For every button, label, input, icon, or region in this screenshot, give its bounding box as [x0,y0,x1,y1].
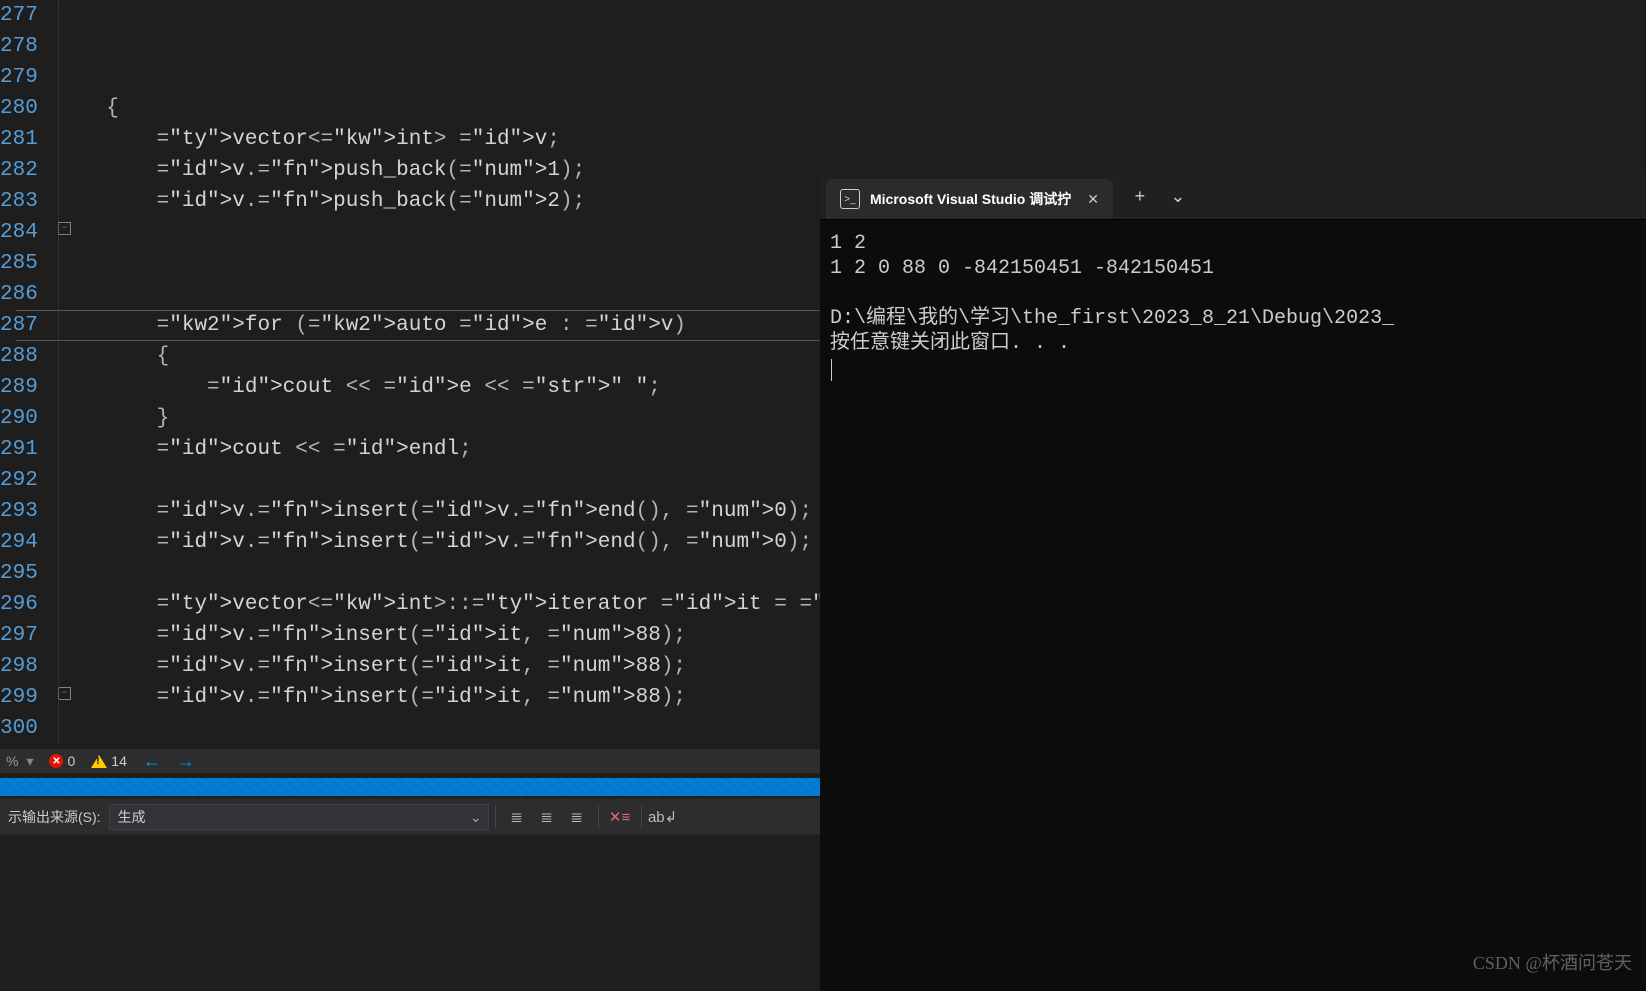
line-number: 300 [0,713,56,744]
code-line[interactable] [56,558,820,589]
indent-right-icon[interactable]: ≣ [566,806,588,828]
error-count-value: 0 [67,753,75,769]
line-number: 291 [0,434,56,465]
code-line[interactable]: ="id">v.="fn">insert(="id">it, ="num">88… [56,682,820,713]
line-number: 288 [0,341,56,372]
line-number: 285 [0,248,56,279]
watermark: CSDN @杯酒问苍天 [1473,949,1632,975]
word-wrap-icon[interactable]: ab↲ [652,806,674,828]
output-source-value: 生成 [118,807,146,827]
warning-icon: ! [91,755,107,768]
error-icon: ✕ [49,754,63,768]
code-text[interactable]: { ="ty">vector<="kw">int> ="id">v; ="id"… [56,0,820,748]
code-line[interactable]: ="ty">vector<="kw">int>::="ty">iterator … [56,589,820,620]
new-tab-button[interactable]: + [1127,173,1153,219]
code-line[interactable]: ="id">v.="fn">push_back(="num">2); [56,186,820,217]
code-line[interactable]: ="id">v.="fn">insert(="id">it, ="num">88… [56,620,820,651]
divider [641,806,642,828]
line-number: 283 [0,186,56,217]
code-line[interactable]: ="ty">vector<="kw">int> ="id">v; [56,124,820,155]
output-panel-body[interactable] [0,834,820,991]
line-number: 280 [0,93,56,124]
line-number: 295 [0,558,56,589]
line-number: 292 [0,465,56,496]
output-toolbar: 示输出来源(S): 生成 ⌄ ≣ ≣ ≣ ✕≡ ab↲ [0,798,820,835]
console-tab-bar: >_ Microsoft Visual Studio 调试拧 ✕ + ⌄ [820,173,1646,220]
line-number-gutter: 277 278 279 280 281 282 283 284 285 286 … [0,0,56,748]
line-number: 296 [0,589,56,620]
line-number: 281 [0,124,56,155]
code-line[interactable]: ="id">cout << ="id">endl; [56,434,820,465]
line-number: 294 [0,527,56,558]
console-output[interactable]: 1 2 1 2 0 88 0 -842150451 -842150451 D:\… [820,219,1646,991]
output-source-label: 示输出来源(S): [0,807,109,827]
warning-count[interactable]: ! 14 [83,749,135,773]
indent-left-icon[interactable]: ≣ [506,806,528,828]
tab-actions: + ⌄ [1127,173,1191,219]
line-number: 297 [0,620,56,651]
indent-mid-icon[interactable]: ≣ [536,806,558,828]
code-line[interactable]: ="id">v.="fn">insert(="id">v.="fn">end()… [56,496,820,527]
code-line[interactable]: ="id">v.="fn">push_back(="num">1); [56,155,820,186]
code-editor[interactable]: 277 278 279 280 281 282 283 284 285 286 … [0,0,820,748]
line-number: 290 [0,403,56,434]
line-number: 284 [0,217,56,248]
code-line[interactable]: { [56,93,820,124]
divider [495,806,496,828]
zoom-percent[interactable]: % [0,753,18,769]
nav-back-button[interactable]: ← [135,749,169,773]
chevron-down-icon: ⌄ [470,809,482,826]
line-number: 278 [0,31,56,62]
line-number: 293 [0,496,56,527]
line-number: 277 [0,0,56,31]
code-line[interactable]: ="id">cout << ="id">e << ="str">" "; [56,372,820,403]
console-cursor [831,359,832,381]
line-number: 282 [0,155,56,186]
divider [598,806,599,828]
code-line[interactable] [56,248,820,279]
output-source-select[interactable]: 生成 ⌄ [109,804,489,830]
progress-bar [0,778,820,796]
code-line[interactable] [56,217,820,248]
line-number: 279 [0,62,56,93]
debug-console-window: >_ Microsoft Visual Studio 调试拧 ✕ + ⌄ 1 2… [820,173,1646,991]
tab-menu-button[interactable]: ⌄ [1165,173,1191,219]
code-line[interactable]: ="id">v.="fn">insert(="id">v.="fn">end()… [56,527,820,558]
editor-status-bar: % ▾ ✕ 0 ! 14 ← → [0,748,820,773]
line-number: 299 [0,682,56,713]
clear-output-icon[interactable]: ✕≡ [609,806,631,828]
code-line[interactable] [56,465,820,496]
line-number: 289 [0,372,56,403]
line-number: 298 [0,651,56,682]
code-line[interactable]: ="kw2">for (="kw2">auto ="id">e : ="id">… [56,310,820,341]
line-number: 287 [0,310,56,341]
error-count[interactable]: ✕ 0 [41,749,83,773]
right-blank-area [820,0,1646,173]
code-area[interactable]: 277 278 279 280 281 282 283 284 285 286 … [0,0,820,748]
console-tab[interactable]: >_ Microsoft Visual Studio 调试拧 ✕ [826,179,1113,219]
code-line[interactable] [56,279,820,310]
warning-count-value: 14 [111,753,127,769]
nav-forward-button[interactable]: → [169,749,203,773]
console-tab-title: Microsoft Visual Studio 调试拧 [870,189,1071,209]
close-tab-button[interactable]: ✕ [1087,191,1099,208]
code-line[interactable]: ="id">v.="fn">insert(="id">it, ="num">88… [56,651,820,682]
terminal-icon: >_ [840,189,860,209]
line-number: 286 [0,279,56,310]
code-line[interactable] [56,713,820,744]
code-line[interactable]: } [56,403,820,434]
code-line[interactable]: { [56,341,820,372]
